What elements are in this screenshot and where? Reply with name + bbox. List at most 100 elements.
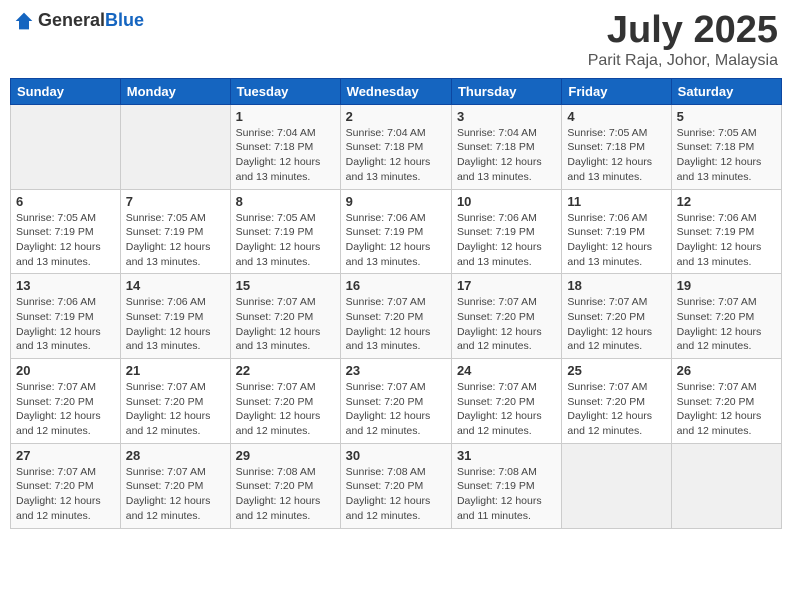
logo-text: GeneralBlue (38, 10, 144, 31)
day-number: 16 (346, 278, 446, 293)
page-header: GeneralBlue July 2025 Parit Raja, Johor,… (10, 10, 782, 70)
day-detail: Sunrise: 7:06 AMSunset: 7:19 PMDaylight:… (126, 295, 225, 354)
weekday-header-saturday: Saturday (671, 78, 781, 104)
day-detail: Sunrise: 7:07 AMSunset: 7:20 PMDaylight:… (567, 380, 665, 439)
day-number: 21 (126, 363, 225, 378)
calendar-day-cell: 21 Sunrise: 7:07 AMSunset: 7:20 PMDayligh… (120, 359, 230, 444)
day-detail: Sunrise: 7:08 AMSunset: 7:20 PMDaylight:… (346, 465, 446, 524)
calendar-day-cell: 6Sunrise: 7:05 AMSunset: 7:19 PMDaylight… (11, 189, 121, 274)
calendar-week-row: 13 Sunrise: 7:06 AMSunset: 7:19 PMDayligh… (11, 274, 782, 359)
logo-icon (14, 11, 34, 31)
weekday-header-friday: Friday (562, 78, 671, 104)
day-detail: Sunrise: 7:04 AMSunset: 7:18 PMDaylight:… (236, 126, 335, 185)
calendar-week-row: 1 Sunrise: 7:04 AMSunset: 7:18 PMDaylight… (11, 104, 782, 189)
calendar-day-cell (120, 104, 230, 189)
weekday-header-sunday: Sunday (11, 78, 121, 104)
day-detail: Sunrise: 7:05 AMSunset: 7:19 PMDaylight:… (236, 211, 335, 270)
day-number: 1 (236, 109, 335, 124)
calendar-day-cell: 7 Sunrise: 7:05 AMSunset: 7:19 PMDaylight… (120, 189, 230, 274)
day-number: 17 (457, 278, 556, 293)
calendar-header: SundayMondayTuesdayWednesdayThursdayFrid… (11, 78, 782, 104)
calendar-day-cell: 15Sunrise: 7:07 AMSunset: 7:20 PMDayligh… (230, 274, 340, 359)
day-number: 12 (677, 194, 776, 209)
calendar-day-cell: 24 Sunrise: 7:07 AMSunset: 7:20 PMDayligh… (451, 359, 561, 444)
day-detail: Sunrise: 7:07 AMSunset: 7:20 PMDaylight:… (346, 380, 446, 439)
calendar-day-cell: 8Sunrise: 7:05 AMSunset: 7:19 PMDaylight… (230, 189, 340, 274)
day-detail: Sunrise: 7:06 AMSunset: 7:19 PMDaylight:… (346, 211, 446, 270)
calendar-day-cell: 5 Sunrise: 7:05 AMSunset: 7:18 PMDaylight… (671, 104, 781, 189)
calendar-body: 1 Sunrise: 7:04 AMSunset: 7:18 PMDaylight… (11, 104, 782, 528)
day-number: 3 (457, 109, 556, 124)
day-detail: Sunrise: 7:06 AMSunset: 7:19 PMDaylight:… (16, 295, 115, 354)
weekday-header-tuesday: Tuesday (230, 78, 340, 104)
calendar-day-cell: 25 Sunrise: 7:07 AMSunset: 7:20 PMDayligh… (562, 359, 671, 444)
day-detail: Sunrise: 7:06 AMSunset: 7:19 PMDaylight:… (567, 211, 665, 270)
day-number: 24 (457, 363, 556, 378)
calendar-day-cell: 16Sunrise: 7:07 AMSunset: 7:20 PMDayligh… (340, 274, 451, 359)
day-detail: Sunrise: 7:07 AMSunset: 7:20 PMDaylight:… (126, 380, 225, 439)
day-number: 5 (677, 109, 776, 124)
day-detail: Sunrise: 7:07 AMSunset: 7:20 PMDaylight:… (126, 465, 225, 524)
calendar-day-cell: 23Sunrise: 7:07 AMSunset: 7:20 PMDayligh… (340, 359, 451, 444)
calendar-week-row: 20 Sunrise: 7:07 AMSunset: 7:20 PMDayligh… (11, 359, 782, 444)
day-number: 7 (126, 194, 225, 209)
day-number: 9 (346, 194, 446, 209)
day-detail: Sunrise: 7:04 AMSunset: 7:18 PMDaylight:… (346, 126, 446, 185)
day-detail: Sunrise: 7:08 AMSunset: 7:19 PMDaylight:… (457, 465, 556, 524)
calendar-day-cell: 29 Sunrise: 7:08 AMSunset: 7:20 PMDayligh… (230, 443, 340, 528)
day-number: 25 (567, 363, 665, 378)
day-detail: Sunrise: 7:07 AMSunset: 7:20 PMDaylight:… (236, 380, 335, 439)
month-title: July 2025 (588, 10, 778, 52)
day-detail: Sunrise: 7:06 AMSunset: 7:19 PMDaylight:… (457, 211, 556, 270)
title-area: July 2025 Parit Raja, Johor, Malaysia (588, 10, 778, 70)
calendar-day-cell: 30 Sunrise: 7:08 AMSunset: 7:20 PMDayligh… (340, 443, 451, 528)
calendar-day-cell: 26 Sunrise: 7:07 AMSunset: 7:20 PMDayligh… (671, 359, 781, 444)
weekday-header-row: SundayMondayTuesdayWednesdayThursdayFrid… (11, 78, 782, 104)
day-number: 31 (457, 448, 556, 463)
calendar-day-cell: 22 Sunrise: 7:07 AMSunset: 7:20 PMDayligh… (230, 359, 340, 444)
day-number: 29 (236, 448, 335, 463)
day-number: 30 (346, 448, 446, 463)
day-number: 27 (16, 448, 115, 463)
calendar-day-cell (671, 443, 781, 528)
day-detail: Sunrise: 7:07 AMSunset: 7:20 PMDaylight:… (677, 380, 776, 439)
weekday-header-wednesday: Wednesday (340, 78, 451, 104)
calendar-day-cell: 12Sunrise: 7:06 AMSunset: 7:19 PMDayligh… (671, 189, 781, 274)
day-detail: Sunrise: 7:07 AMSunset: 7:20 PMDaylight:… (677, 295, 776, 354)
calendar-day-cell: 18 Sunrise: 7:07 AMSunset: 7:20 PMDayligh… (562, 274, 671, 359)
day-detail: Sunrise: 7:05 AMSunset: 7:18 PMDaylight:… (677, 126, 776, 185)
logo: GeneralBlue (14, 10, 144, 31)
calendar-week-row: 6Sunrise: 7:05 AMSunset: 7:19 PMDaylight… (11, 189, 782, 274)
location-title: Parit Raja, Johor, Malaysia (588, 52, 778, 70)
day-number: 14 (126, 278, 225, 293)
day-detail: Sunrise: 7:07 AMSunset: 7:20 PMDaylight:… (457, 380, 556, 439)
calendar-week-row: 27 Sunrise: 7:07 AMSunset: 7:20 PMDayligh… (11, 443, 782, 528)
day-detail: Sunrise: 7:07 AMSunset: 7:20 PMDaylight:… (567, 295, 665, 354)
day-detail: Sunrise: 7:05 AMSunset: 7:19 PMDaylight:… (126, 211, 225, 270)
weekday-header-monday: Monday (120, 78, 230, 104)
day-number: 22 (236, 363, 335, 378)
day-number: 20 (16, 363, 115, 378)
calendar-day-cell: 31 Sunrise: 7:08 AMSunset: 7:19 PMDayligh… (451, 443, 561, 528)
calendar-day-cell: 28Sunrise: 7:07 AMSunset: 7:20 PMDayligh… (120, 443, 230, 528)
day-number: 4 (567, 109, 665, 124)
calendar-day-cell: 17 Sunrise: 7:07 AMSunset: 7:20 PMDayligh… (451, 274, 561, 359)
day-detail: Sunrise: 7:07 AMSunset: 7:20 PMDaylight:… (16, 380, 115, 439)
day-number: 18 (567, 278, 665, 293)
calendar-day-cell: 11 Sunrise: 7:06 AMSunset: 7:19 PMDayligh… (562, 189, 671, 274)
day-number: 13 (16, 278, 115, 293)
day-number: 2 (346, 109, 446, 124)
day-number: 10 (457, 194, 556, 209)
day-detail: Sunrise: 7:07 AMSunset: 7:20 PMDaylight:… (16, 465, 115, 524)
day-number: 26 (677, 363, 776, 378)
calendar-day-cell: 3Sunrise: 7:04 AMSunset: 7:18 PMDaylight… (451, 104, 561, 189)
calendar-day-cell (11, 104, 121, 189)
day-number: 19 (677, 278, 776, 293)
calendar-day-cell: 2 Sunrise: 7:04 AMSunset: 7:18 PMDaylight… (340, 104, 451, 189)
day-detail: Sunrise: 7:08 AMSunset: 7:20 PMDaylight:… (236, 465, 335, 524)
calendar-day-cell: 19 Sunrise: 7:07 AMSunset: 7:20 PMDayligh… (671, 274, 781, 359)
day-detail: Sunrise: 7:07 AMSunset: 7:20 PMDaylight:… (457, 295, 556, 354)
day-number: 11 (567, 194, 665, 209)
day-number: 15 (236, 278, 335, 293)
calendar-table: SundayMondayTuesdayWednesdayThursdayFrid… (10, 78, 782, 529)
